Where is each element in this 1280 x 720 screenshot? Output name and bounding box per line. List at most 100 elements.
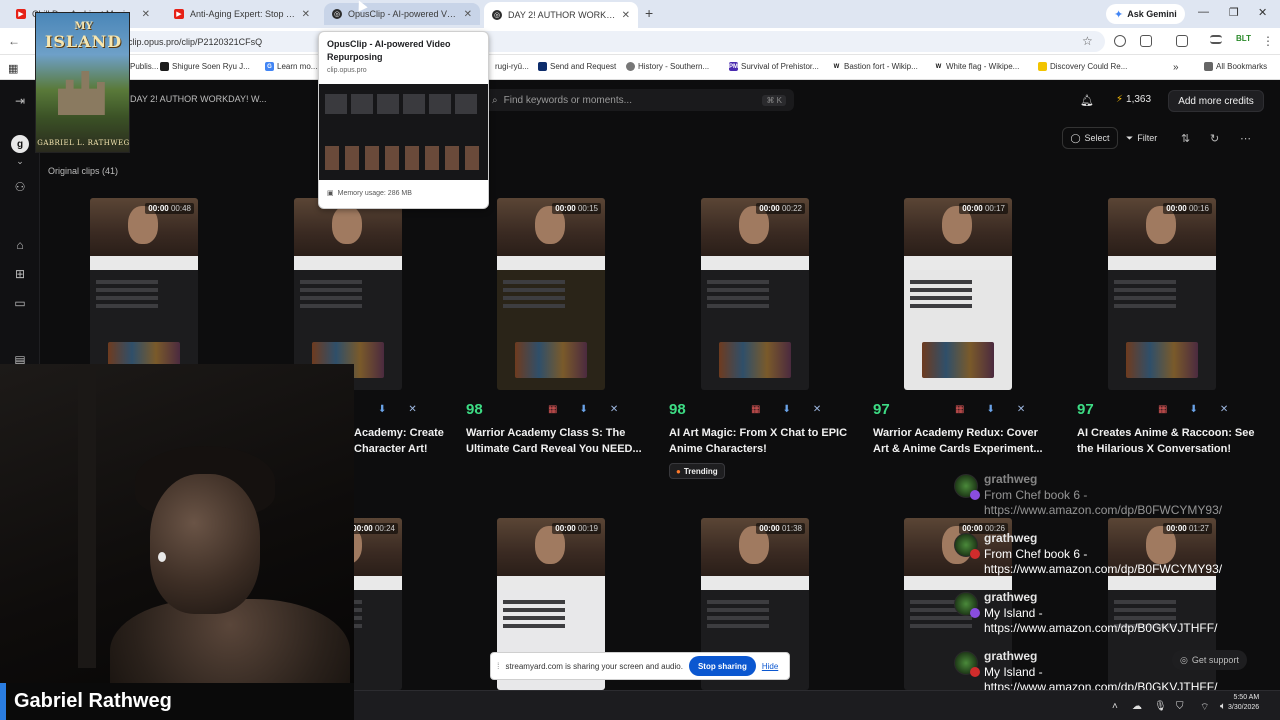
user-avatar [954, 533, 980, 559]
clip-thumbnail[interactable] [294, 198, 402, 390]
ask-gemini-button[interactable]: ✦ Ask Gemini [1106, 4, 1185, 24]
workspace-avatar[interactable]: g [11, 135, 29, 153]
bookmark-item[interactable]: Shigure Soen Ryu J... [160, 62, 250, 71]
chevron-up-icon[interactable]: ˄ [1112, 701, 1118, 712]
clip-title[interactable]: Academy: Create Character Art! [354, 425, 454, 457]
search-icon: ⌕ [492, 94, 498, 106]
calendar-icon[interactable]: ▦ [548, 404, 557, 415]
user-avatar [954, 651, 980, 677]
volume-icon[interactable]: 🔈︎ [1220, 701, 1226, 712]
extension-icon[interactable] [1114, 35, 1126, 47]
search-input[interactable]: ⌕ Find keywords or moments... ⌘ K [484, 89, 794, 111]
apps-icon[interactable]: ⊞ [12, 266, 28, 282]
cloud-icon[interactable]: ☁ [1132, 701, 1142, 712]
close-icon[interactable]: ✕ [142, 9, 150, 20]
flame-icon: ● [676, 466, 681, 476]
close-icon[interactable]: ✕ [622, 10, 630, 21]
book-covers-image [1126, 342, 1198, 378]
filter-label: Filter [1137, 133, 1158, 143]
clip-title[interactable]: Warrior Academy Class S: The Ultimate Ca… [466, 425, 646, 457]
download-icon[interactable]: ⬇ [378, 404, 386, 415]
castle-illustration [58, 71, 105, 115]
windows-taskbar: ˄ ☁ 🎙︎ ⛉ ⌔ 🔈︎ [354, 690, 1280, 720]
folder-icon[interactable]: ▭ [12, 295, 28, 311]
calendar-icon[interactable]: ▦ [751, 404, 760, 415]
cast-icon[interactable] [1176, 35, 1188, 47]
filter-button[interactable]: ⏷ Filter [1126, 127, 1157, 149]
mic-icon[interactable]: 🎙︎ [1154, 701, 1167, 712]
home-icon[interactable]: ⌂ [12, 237, 28, 253]
clip-screen-frame [1108, 270, 1216, 390]
download-icon[interactable]: ⬇ [782, 404, 790, 415]
tab-anti-aging[interactable]: ▶ Anti-Aging Expert: Stop Touching ✕ [166, 3, 318, 25]
book-cover-my-island: MY ISLAND GABRIEL L. RATHWEG [35, 12, 130, 153]
drag-handle-icon[interactable]: ⁞ [497, 661, 500, 671]
x-share-icon[interactable]: ✕ [1017, 404, 1025, 415]
bookmark-item[interactable]: History - Southern... [626, 62, 709, 71]
book-covers-image [922, 342, 994, 378]
maximize-icon[interactable]: ❐ [1229, 6, 1239, 19]
hide-link[interactable]: Hide [762, 662, 778, 671]
clip-thumbnail[interactable]: 00:00 00:16 [1108, 198, 1216, 390]
tab-author-workday[interactable]: ◎ DAY 2! AUTHOR WORKDAY! Writing ✕ [484, 2, 638, 28]
bookmark-item[interactable]: Send and Request [538, 62, 616, 71]
more-options-icon[interactable]: ⋯ [1240, 132, 1251, 145]
new-tab-button[interactable]: + [645, 5, 653, 21]
x-share-icon[interactable]: ✕ [813, 404, 821, 415]
clip-thumbnail[interactable]: 00:00 00:22 [701, 198, 809, 390]
chat-message: grathweg My Island - https://www.amazon.… [954, 649, 1254, 695]
download-icon[interactable]: ⬇ [986, 404, 994, 415]
stop-sharing-button[interactable]: Stop sharing [688, 656, 756, 676]
clip-title[interactable]: AI Creates Anime & Raccoon: See the Hila… [1077, 425, 1257, 457]
download-icon[interactable]: ⬇ [1189, 404, 1197, 415]
bookmark-item[interactable]: rugi-ryū... [495, 62, 529, 71]
bookmark-item[interactable]: Publis... [130, 62, 158, 71]
back-arrow-icon[interactable]: ← [8, 34, 20, 48]
add-user-icon[interactable]: ⚇ [12, 179, 28, 195]
collapse-sidebar-icon[interactable]: ⇥ [12, 93, 28, 109]
sort-icon[interactable]: ⇅ [1181, 132, 1190, 145]
window-close-icon[interactable]: ✕ [1258, 6, 1267, 19]
bookmark-item[interactable]: PM Survival of Prehistor... [729, 62, 819, 71]
wifi-icon[interactable]: ⌔ [1200, 701, 1209, 714]
bookmark-item[interactable]: W White flag - Wikipe... [934, 62, 1019, 71]
system-clock[interactable]: 5:50 AM 3/30/2026 [1228, 693, 1259, 713]
screen-share-bar: ⁞ streamyard.com is sharing your screen … [490, 652, 790, 680]
bookmark-flag-icon [538, 62, 547, 71]
user-avatar [954, 592, 980, 618]
menu-kebab-icon[interactable]: ⋮ [1262, 34, 1274, 48]
calendar-icon[interactable]: ▦ [1158, 404, 1167, 415]
close-icon[interactable]: ✕ [464, 9, 472, 20]
apps-grid-icon[interactable]: ▦ [8, 62, 18, 75]
bell-icon[interactable]: 🔔︎ [1080, 94, 1094, 107]
address-bar[interactable]: clip.opus.pro/clip/P2120321CFsQ [120, 31, 1105, 52]
search-placeholder: Find keywords or moments... [503, 94, 632, 106]
add-credits-button[interactable]: Add more credits [1168, 90, 1264, 112]
calendar-icon[interactable]: ▦ [955, 404, 964, 415]
bookmark-item[interactable]: Discovery Could Re... [1038, 62, 1127, 71]
chevron-down-icon[interactable]: ⌄ [12, 153, 28, 169]
minimize-icon[interactable]: — [1198, 6, 1209, 18]
clip-thumbnail[interactable]: 00:00 00:15 [497, 198, 605, 390]
x-share-icon[interactable]: ✕ [408, 404, 416, 415]
all-bookmarks-button[interactable]: All Bookmarks [1204, 62, 1267, 71]
x-share-icon[interactable]: ✕ [610, 404, 618, 415]
refresh-icon[interactable]: ↻ [1210, 132, 1219, 145]
bookmark-item[interactable]: W Bastion fort - Wikip... [832, 62, 918, 71]
clip-title[interactable]: Warrior Academy Redux: Cover Art & Anime… [873, 425, 1053, 457]
bookmark-item[interactable]: G Learn mo... [265, 62, 317, 71]
close-icon[interactable]: ✕ [302, 9, 310, 20]
vpn-icon[interactable]: ⛉ [1176, 701, 1184, 712]
tab-opusclip[interactable]: ◎ OpusClip - AI-powered Video Repurposin… [324, 3, 480, 25]
extension-badge-icon[interactable]: BLT [1236, 34, 1251, 43]
puzzle-icon[interactable] [1140, 35, 1152, 47]
clip-thumbnail[interactable]: 00:00 00:48 [90, 198, 198, 390]
clip-title[interactable]: AI Art Magic: From X Chat to EPIC Anime … [669, 425, 849, 457]
download-icon[interactable]: ⬇ [579, 404, 587, 415]
chevron-right-icon[interactable]: » [1173, 62, 1179, 73]
reading-list-icon[interactable] [1210, 35, 1222, 44]
select-button[interactable]: ◯ Select [1062, 127, 1118, 149]
x-share-icon[interactable]: ✕ [1220, 404, 1228, 415]
clip-thumbnail[interactable]: 00:00 00:17 [904, 198, 1012, 390]
bookmark-star-icon[interactable]: ☆ [1082, 34, 1093, 48]
